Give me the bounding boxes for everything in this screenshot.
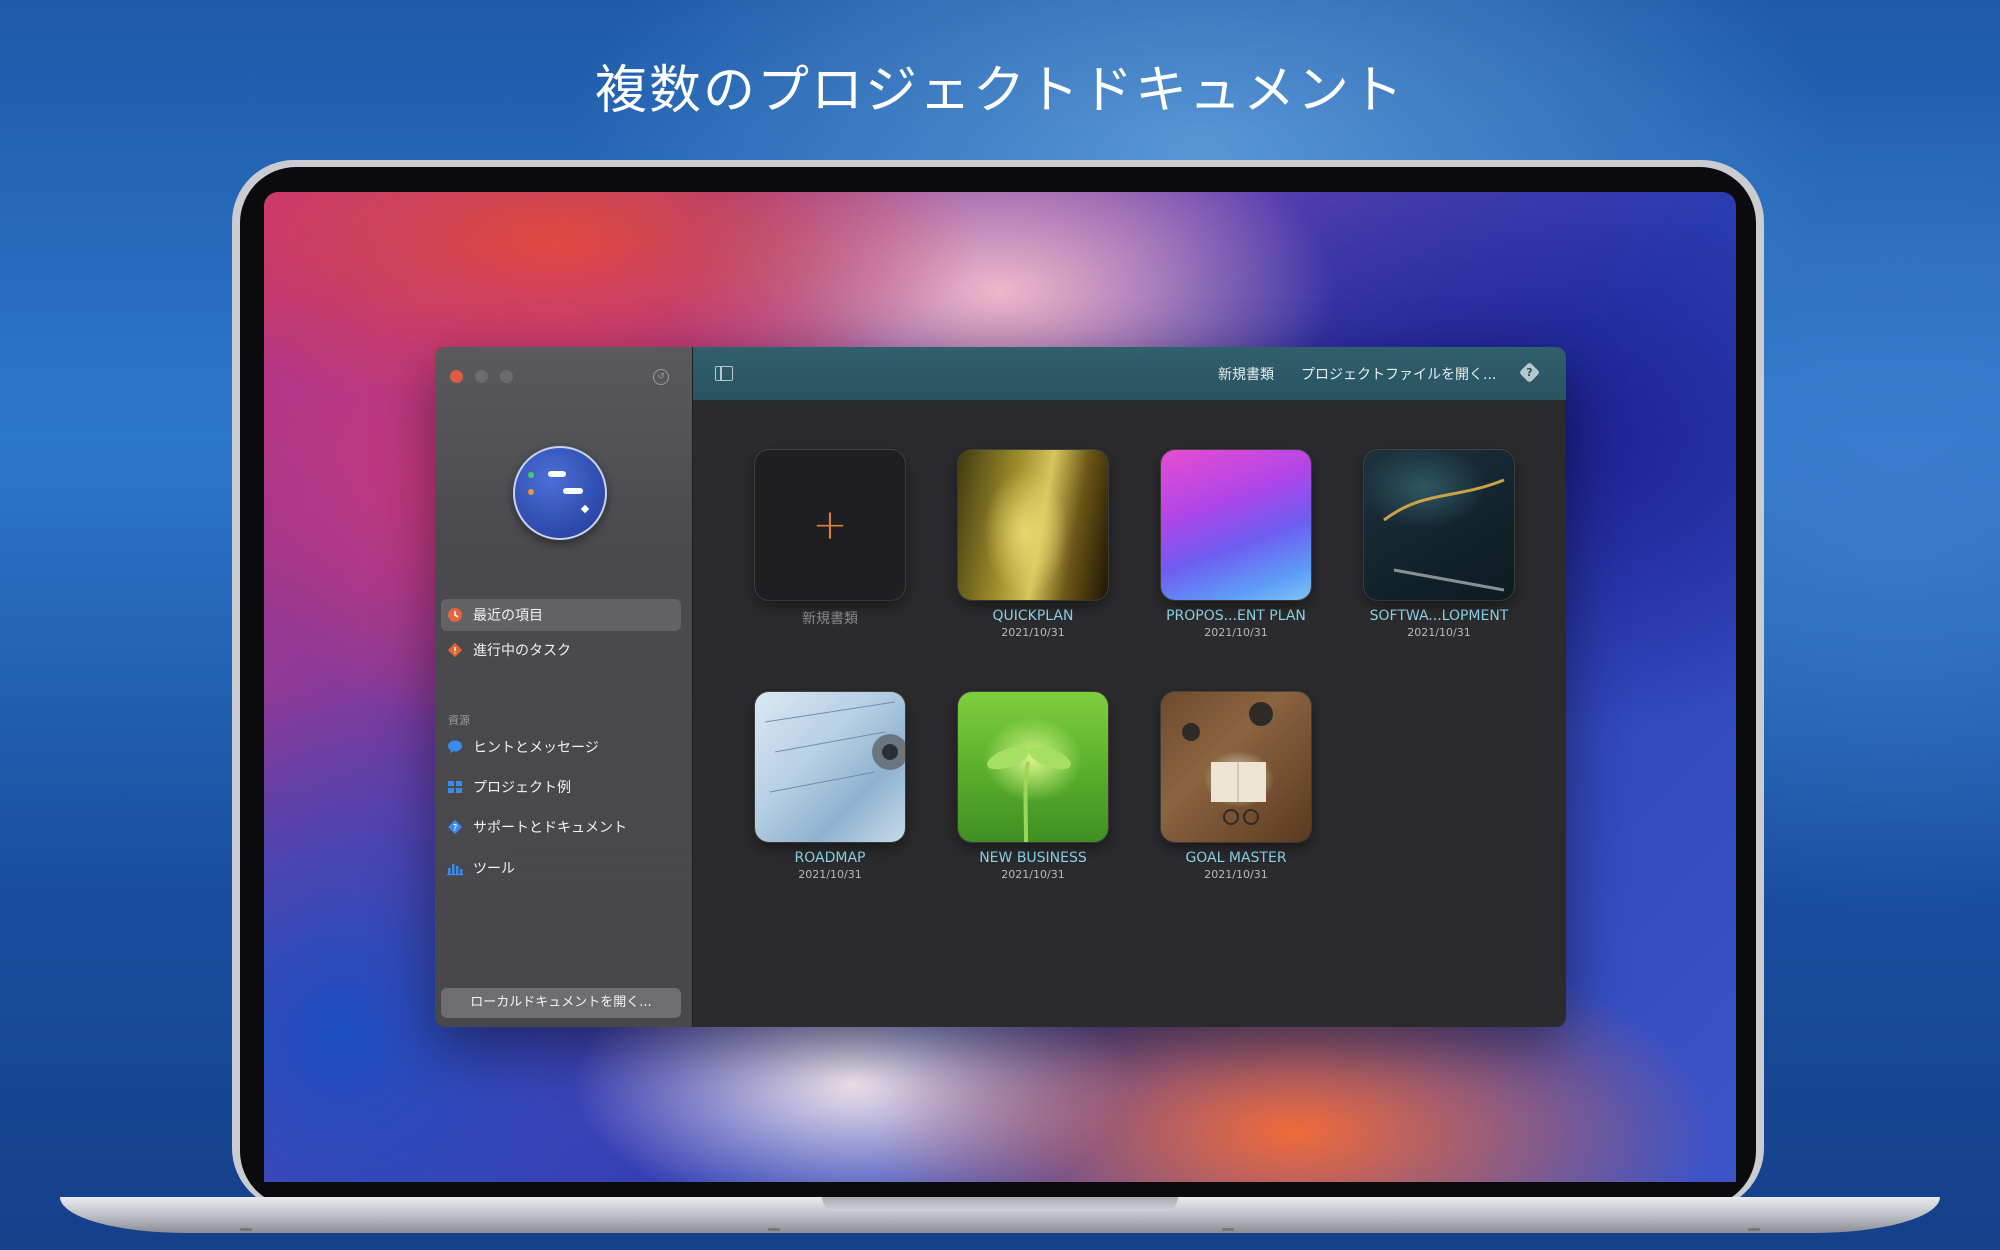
document-tile-new[interactable]: + 新規書類	[750, 450, 910, 628]
document-title: ROADMAP	[794, 850, 866, 866]
document-date: 2021/10/31	[1204, 626, 1268, 639]
pen-decoration	[1383, 478, 1505, 592]
laptop-foot	[1748, 1228, 1760, 1231]
chat-bubble-icon	[447, 739, 463, 755]
sidebar-item-tasks[interactable]: 進行中のタスク	[441, 634, 681, 666]
document-tile-goal-master[interactable]: GOAL MASTER 2021/10/31	[1156, 692, 1316, 881]
sprout-decoration	[987, 746, 1071, 842]
bar-chart-icon	[447, 860, 463, 876]
document-tile-software[interactable]: SOFTWA...LOPMENT 2021/10/31	[1359, 450, 1519, 639]
help-icon[interactable]: ?	[1518, 361, 1541, 384]
resources-section-label: 資源	[448, 714, 470, 727]
gantt-logo-icon	[528, 471, 590, 514]
sidebar-item-label: ツール	[473, 861, 515, 877]
plus-icon: +	[812, 500, 848, 549]
app-window: ↺ 最近の項目 進行中のタスク 資源 ヒントとメッセージ プロジェクト例 ? サ…	[435, 347, 1566, 1027]
sidebar-item-label: 進行中のタスク	[473, 643, 571, 659]
document-thumbnail[interactable]	[755, 692, 905, 842]
document-date: 2021/10/31	[1407, 626, 1471, 639]
sidebar-item-examples[interactable]: プロジェクト例	[441, 771, 681, 803]
document-thumbnail[interactable]	[958, 692, 1108, 842]
sidebar: ↺ 最近の項目 進行中のタスク 資源 ヒントとメッセージ プロジェクト例 ? サ…	[435, 347, 693, 1027]
sidebar-item-label: サポートとドキュメント	[473, 820, 627, 836]
new-document-thumbnail[interactable]: +	[755, 450, 905, 600]
open-local-document-button[interactable]: ローカルドキュメントを開く...	[441, 988, 681, 1018]
sidebar-item-recent[interactable]: 最近の項目	[441, 599, 681, 631]
diamond-task-icon	[447, 642, 463, 658]
sidebar-item-label: 最近の項目	[473, 608, 543, 624]
grid-icon	[447, 779, 463, 795]
sidebar-item-tools[interactable]: ツール	[441, 852, 681, 884]
sidebar-item-label: プロジェクト例	[473, 780, 571, 796]
new-document-button[interactable]: 新規書類	[1218, 364, 1274, 384]
laptop-notch	[822, 1197, 1178, 1211]
help-diamond-icon: ?	[447, 819, 463, 835]
sidebar-item-label: ヒントとメッセージ	[473, 740, 599, 756]
document-tile-quickplan[interactable]: QUICKPLAN 2021/10/31	[953, 450, 1113, 639]
document-tile-new-business[interactable]: NEW BUSINESS 2021/10/31	[953, 692, 1113, 881]
toolbar: 新規書類 プロジェクトファイルを開く... ?	[693, 347, 1566, 401]
blueprint-decoration	[764, 701, 905, 793]
laptop-foot	[1222, 1228, 1234, 1231]
document-date: 2021/10/31	[798, 868, 862, 881]
document-date: 2021/10/31	[1001, 626, 1065, 639]
sidebar-item-support[interactable]: ? サポートとドキュメント	[441, 811, 681, 843]
svg-text:?: ?	[453, 824, 458, 834]
document-date: 2021/10/31	[1001, 868, 1065, 881]
document-title: SOFTWA...LOPMENT	[1369, 608, 1509, 624]
desk-decoration	[1182, 702, 1273, 825]
help-symbol: ?	[1526, 366, 1533, 379]
app-logo	[513, 446, 607, 540]
laptop-foot	[768, 1228, 780, 1231]
sidebar-toggle-icon[interactable]	[715, 366, 733, 381]
document-thumbnail[interactable]	[958, 450, 1108, 600]
history-icon[interactable]: ↺	[653, 369, 669, 385]
close-window-button[interactable]	[450, 370, 463, 383]
clock-icon	[447, 607, 463, 623]
document-thumbnail[interactable]	[1161, 450, 1311, 600]
document-tile-roadmap[interactable]: ROADMAP 2021/10/31	[750, 692, 910, 881]
document-title: 新規書類	[802, 611, 858, 627]
sidebar-item-tips[interactable]: ヒントとメッセージ	[441, 731, 681, 763]
headline: 複数のプロジェクトドキュメント	[594, 61, 1405, 121]
document-title: QUICKPLAN	[992, 608, 1074, 624]
document-title: GOAL MASTER	[1185, 850, 1287, 866]
document-thumbnail[interactable]	[1364, 450, 1514, 600]
document-thumbnail[interactable]	[1161, 692, 1311, 842]
main-content: 新規書類 プロジェクトファイルを開く... ? + 新規書類 QUICKPLAN…	[693, 347, 1566, 1027]
document-date: 2021/10/31	[1204, 868, 1268, 881]
laptop-foot	[240, 1228, 252, 1231]
document-title: NEW BUSINESS	[979, 850, 1087, 866]
minimize-window-button[interactable]	[475, 370, 488, 383]
document-title: PROPOS...ENT PLAN	[1166, 608, 1306, 624]
zoom-window-button[interactable]	[500, 370, 513, 383]
document-tile-proposal[interactable]: PROPOS...ENT PLAN 2021/10/31	[1156, 450, 1316, 639]
open-project-file-button[interactable]: プロジェクトファイルを開く...	[1301, 364, 1496, 384]
